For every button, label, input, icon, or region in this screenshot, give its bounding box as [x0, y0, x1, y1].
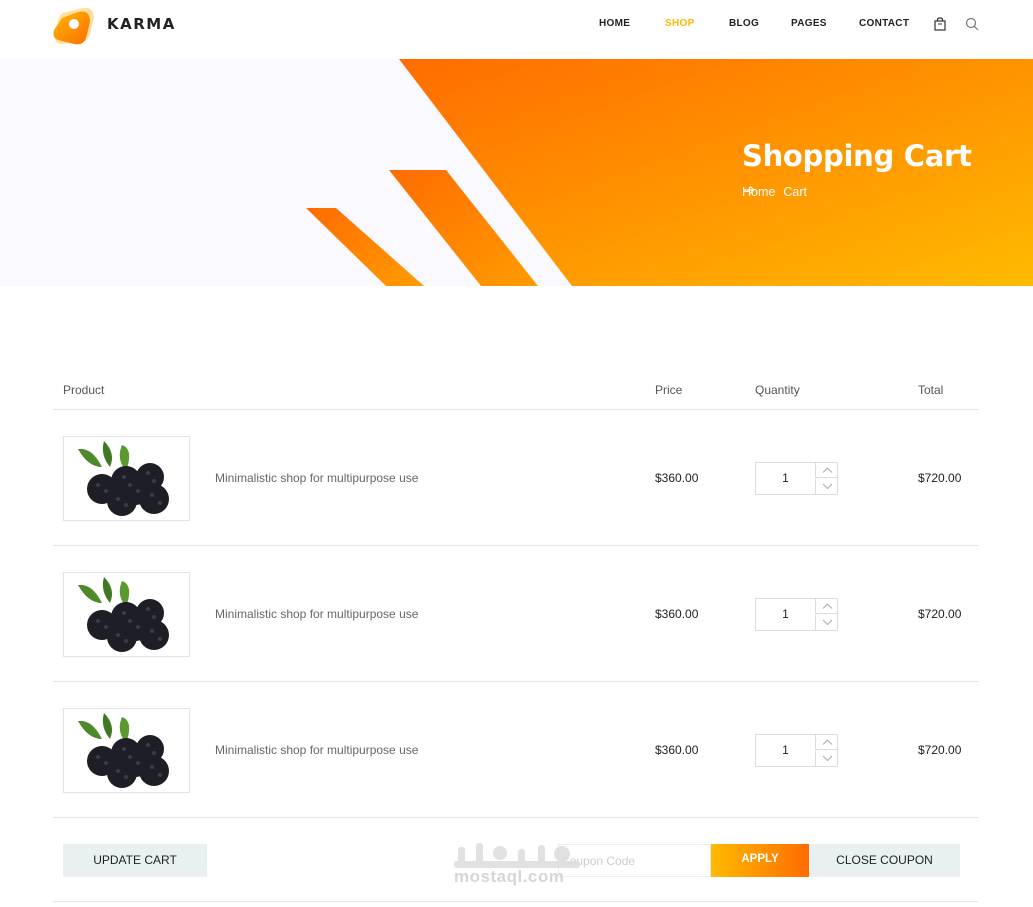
- blackberry-image: [78, 713, 169, 788]
- quantity-input[interactable]: [756, 599, 815, 630]
- page-banner: Shopping Cart Home Cart: [0, 59, 1033, 286]
- site-header: KARMA HOME SHOP BLOG PAGES CONTACT: [0, 0, 1033, 59]
- page-title: Shopping Cart: [742, 139, 972, 173]
- table-row: Minimalistic shop for multipurpose use $…: [53, 546, 978, 682]
- chevron-down-icon: [822, 619, 833, 626]
- apply-coupon-button[interactable]: APPLY: [711, 844, 809, 877]
- table-row: Minimalistic shop for multipurpose use $…: [53, 410, 978, 546]
- column-product: Product: [63, 383, 105, 397]
- table-header: Product Price Quantity Total: [53, 370, 978, 410]
- product-name[interactable]: Minimalistic shop for multipurpose use: [215, 743, 418, 757]
- product-thumbnail[interactable]: [63, 572, 190, 657]
- product-name[interactable]: Minimalistic shop for multipurpose use: [215, 471, 418, 485]
- chevron-down-icon: [822, 483, 833, 490]
- quantity-stepper: [755, 462, 838, 495]
- product-name[interactable]: Minimalistic shop for multipurpose use: [215, 607, 418, 621]
- main-nav: HOME SHOP BLOG PAGES CONTACT: [0, 18, 1033, 32]
- product-total: $720.00: [918, 743, 962, 757]
- chevron-down-icon: [822, 755, 833, 762]
- nav-shop[interactable]: SHOP: [665, 18, 695, 29]
- column-price: Price: [655, 383, 683, 397]
- blackberry-image: [78, 577, 169, 652]
- table-row: Minimalistic shop for multipurpose use $…: [53, 682, 978, 818]
- arrow-right-icon: [743, 186, 755, 194]
- quantity-increase-button[interactable]: [815, 599, 838, 614]
- column-quantity: Quantity: [755, 383, 800, 397]
- quantity-stepper: [755, 598, 838, 631]
- column-total: Total: [918, 383, 944, 397]
- quantity-input[interactable]: [756, 463, 815, 494]
- watermark-text: mostaql.com: [454, 867, 565, 886]
- breadcrumb-cart[interactable]: Cart: [783, 185, 807, 199]
- quantity-decrease-button[interactable]: [815, 615, 838, 630]
- blackberry-image: [78, 441, 169, 516]
- product-price: $360.00: [655, 743, 699, 757]
- quantity-decrease-button[interactable]: [815, 751, 838, 766]
- bag-icon[interactable]: [933, 17, 947, 31]
- quantity-increase-button[interactable]: [815, 735, 838, 750]
- quantity-increase-button[interactable]: [815, 463, 838, 478]
- quantity-input[interactable]: [756, 735, 815, 766]
- product-total: $720.00: [918, 607, 962, 621]
- chevron-up-icon: [822, 739, 833, 745]
- nav-blog[interactable]: BLOG: [729, 18, 759, 29]
- quantity-stepper: [755, 734, 838, 767]
- cart-table: Product Price Quantity Total Minimalisti…: [53, 370, 978, 902]
- update-cart-button[interactable]: UPDATE CART: [63, 844, 207, 877]
- chevron-up-icon: [822, 603, 833, 609]
- quantity-decrease-button[interactable]: [815, 479, 838, 494]
- nav-pages[interactable]: PAGES: [791, 18, 827, 29]
- chevron-up-icon: [822, 467, 833, 473]
- product-price: $360.00: [655, 607, 699, 621]
- product-total: $720.00: [918, 471, 962, 485]
- search-icon[interactable]: [965, 17, 979, 31]
- nav-contact[interactable]: CONTACT: [859, 18, 909, 29]
- breadcrumb: Home Cart: [742, 185, 807, 199]
- product-thumbnail[interactable]: [63, 708, 190, 793]
- product-price: $360.00: [655, 471, 699, 485]
- nav-home[interactable]: HOME: [599, 18, 630, 29]
- product-thumbnail[interactable]: [63, 436, 190, 521]
- close-coupon-button[interactable]: CLOSE COUPON: [809, 844, 960, 877]
